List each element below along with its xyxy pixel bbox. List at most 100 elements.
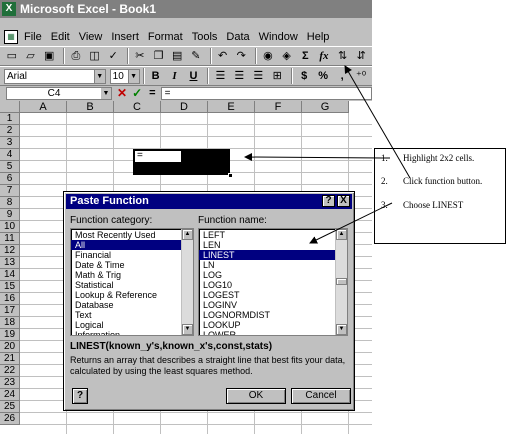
column-header[interactable]: B [67, 101, 114, 113]
font-size-select[interactable]: 10 ▼ [109, 68, 140, 84]
category-scrollbar[interactable]: ▲ ▼ [181, 229, 193, 335]
function-item[interactable]: LOOKUP [199, 320, 335, 330]
column-header[interactable]: G [302, 101, 349, 113]
category-item[interactable]: Database [71, 300, 181, 310]
function-name-list[interactable]: LEFT LEN LINEST LN LOG LOG10 LOGEST LOGINV LOGNO… [198, 228, 348, 336]
menu-edit[interactable]: Edit [51, 31, 70, 43]
row-header[interactable]: 5 [0, 161, 20, 173]
row-header[interactable]: 9 [0, 209, 20, 221]
function-scrollbar[interactable]: ▲ ▼ [335, 229, 347, 335]
excel-app-icon[interactable]: X [2, 2, 16, 16]
menu-data[interactable]: Data [226, 31, 249, 43]
sort-ascending-icon[interactable]: ⇅ [335, 48, 351, 64]
row-header[interactable]: 7 [0, 185, 20, 197]
function-item[interactable]: LINEST [199, 250, 335, 260]
ok-button[interactable]: OK [226, 388, 286, 404]
category-item[interactable]: Date & Time [71, 260, 181, 270]
menu-window[interactable]: Window [259, 31, 298, 43]
function-category-list[interactable]: Most Recently Used All Financial Date & Tim… [70, 228, 194, 336]
row-header[interactable]: 10 [0, 221, 20, 233]
row-header[interactable]: 3 [0, 137, 20, 149]
currency-button[interactable]: $ [296, 68, 312, 84]
align-right-icon[interactable]: ☰ [250, 68, 266, 84]
name-box[interactable]: C4 ▼ [6, 86, 112, 100]
italic-button[interactable]: I [167, 68, 183, 84]
row-header[interactable]: 2 [0, 125, 20, 137]
column-header[interactable]: A [20, 101, 67, 113]
scroll-thumb[interactable] [336, 278, 347, 285]
copy-icon[interactable]: ❐ [151, 48, 167, 64]
row-header[interactable]: 24 [0, 389, 20, 401]
row-header[interactable]: 19 [0, 329, 20, 341]
print-preview-icon[interactable]: ◫ [87, 48, 103, 64]
function-item[interactable]: LOWER [199, 330, 335, 335]
chevron-down-icon[interactable]: ▼ [101, 87, 111, 99]
select-all-corner[interactable] [0, 101, 20, 113]
category-item[interactable]: Statistical [71, 280, 181, 290]
row-header[interactable]: 17 [0, 305, 20, 317]
cancel-entry-icon[interactable]: ✕ [117, 86, 127, 100]
menu-help[interactable]: Help [307, 31, 330, 43]
paste-function-icon[interactable]: fx [316, 48, 332, 64]
comma-button[interactable]: , [334, 68, 350, 84]
column-header[interactable]: E [208, 101, 255, 113]
enter-entry-icon[interactable]: ✓ [132, 86, 142, 100]
percent-button[interactable]: % [315, 68, 331, 84]
workbook-icon[interactable]: ▦ [4, 30, 18, 44]
increase-decimal-icon[interactable]: ⁺⁰ [353, 68, 369, 84]
row-header[interactable]: 25 [0, 401, 20, 413]
edit-formula-button[interactable]: = [149, 87, 155, 99]
sort-descending-icon[interactable]: ⇵ [353, 48, 369, 64]
row-header[interactable]: 12 [0, 245, 20, 257]
category-item[interactable]: Text [71, 310, 181, 320]
new-icon[interactable]: ▭ [4, 48, 20, 64]
row-header[interactable]: 4 [0, 149, 20, 161]
cancel-button[interactable]: Cancel [291, 388, 351, 404]
row-header[interactable]: 8 [0, 197, 20, 209]
active-cell[interactable]: = [135, 151, 181, 162]
category-item[interactable]: Financial [71, 250, 181, 260]
category-item[interactable]: Math & Trig [71, 270, 181, 280]
align-center-icon[interactable]: ☰ [231, 68, 247, 84]
print-icon[interactable]: ⎙ [68, 48, 84, 64]
autosum-icon[interactable]: Σ [297, 48, 313, 64]
underline-button[interactable]: U [185, 68, 201, 84]
scroll-up-icon[interactable]: ▲ [182, 229, 193, 240]
row-header[interactable]: 6 [0, 173, 20, 185]
column-header[interactable]: F [255, 101, 302, 113]
row-header[interactable]: 23 [0, 377, 20, 389]
cut-icon[interactable]: ✂ [132, 48, 148, 64]
category-item[interactable]: All [71, 240, 181, 250]
fill-handle[interactable] [228, 173, 233, 178]
hyperlink-icon[interactable]: ◉ [260, 48, 276, 64]
formula-input[interactable]: = [160, 86, 372, 100]
bold-button[interactable]: B [148, 68, 164, 84]
open-icon[interactable]: ▱ [23, 48, 39, 64]
category-item[interactable]: Lookup & Reference [71, 290, 181, 300]
function-item[interactable]: LEN [199, 240, 335, 250]
function-item[interactable]: LOG10 [199, 280, 335, 290]
undo-icon[interactable]: ↶ [215, 48, 231, 64]
web-toolbar-icon[interactable]: ◈ [279, 48, 295, 64]
row-header[interactable]: 11 [0, 233, 20, 245]
row-header[interactable]: 1 [0, 113, 20, 125]
font-select[interactable]: Arial ▼ [4, 68, 106, 84]
row-header[interactable]: 18 [0, 317, 20, 329]
menu-tools[interactable]: Tools [192, 31, 218, 43]
merge-center-icon[interactable]: ⊞ [269, 68, 285, 84]
close-icon[interactable]: X [337, 195, 350, 207]
scroll-down-icon[interactable]: ▼ [182, 324, 193, 335]
row-header[interactable]: 26 [0, 413, 20, 425]
help-icon[interactable]: ? [322, 195, 335, 207]
save-icon[interactable]: ▣ [41, 48, 57, 64]
category-item[interactable]: Logical [71, 320, 181, 330]
menu-file[interactable]: File [24, 31, 42, 43]
row-header[interactable]: 22 [0, 365, 20, 377]
row-header[interactable]: 20 [0, 341, 20, 353]
row-header[interactable]: 21 [0, 353, 20, 365]
scroll-down-icon[interactable]: ▼ [336, 324, 347, 335]
function-item[interactable]: LOGNORMDIST [199, 310, 335, 320]
menu-format[interactable]: Format [148, 31, 183, 43]
paste-icon[interactable]: ▤ [169, 48, 185, 64]
menu-view[interactable]: View [79, 31, 103, 43]
